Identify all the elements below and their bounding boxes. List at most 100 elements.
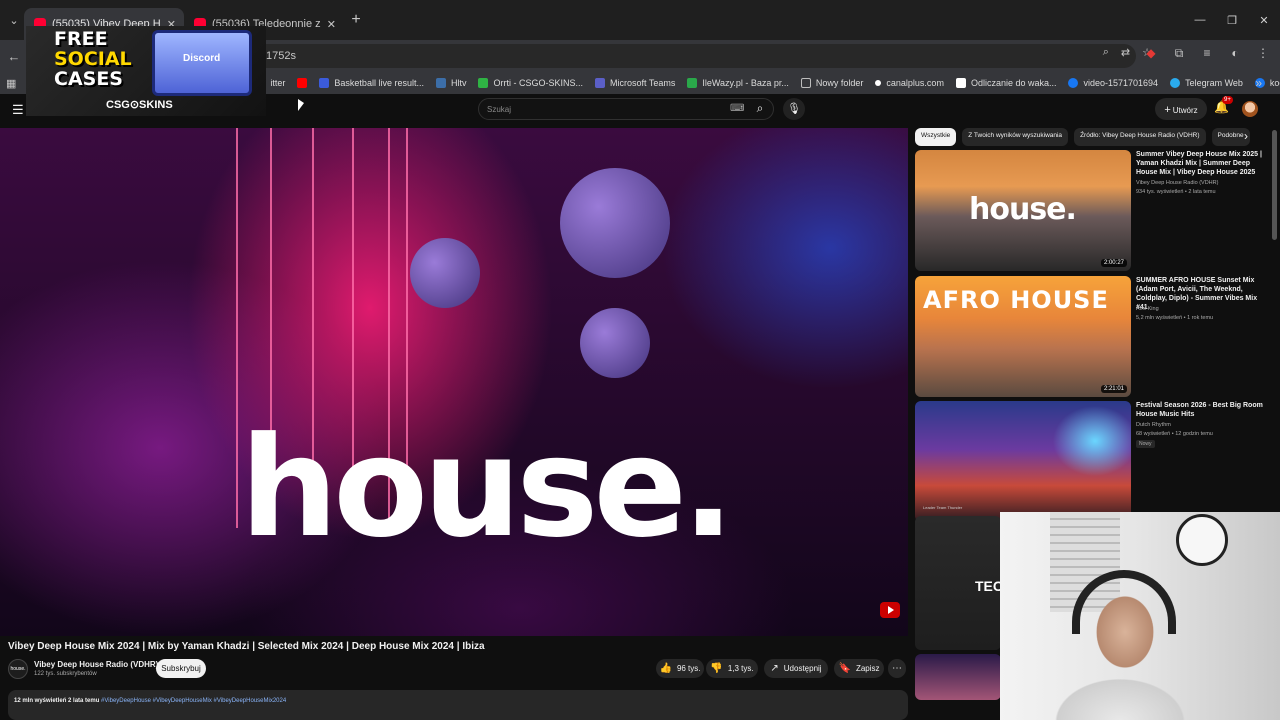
recommendation-channel[interactable]: Vibey Deep House Radio (VDHR) xyxy=(1136,180,1218,186)
profile-icon[interactable]: ◐ xyxy=(1228,46,1242,61)
channel-subscribers: 122 tys. subskrybentów xyxy=(34,671,97,677)
video-thumbnail[interactable] xyxy=(915,654,1001,700)
webcam-overlay xyxy=(1000,512,1280,720)
case-label: Discord xyxy=(183,53,221,64)
search-icon[interactable]: ⌕ xyxy=(746,98,774,120)
more-actions-button[interactable]: ⋯ xyxy=(888,659,906,678)
save-playlist-icon: 🔖 xyxy=(838,663,851,674)
translate-icon[interactable]: ⇄ xyxy=(1121,46,1130,59)
recommendation-meta: 68 wyświetleń • 12 godzin temu xyxy=(1136,431,1213,437)
close-window-icon[interactable]: ✕ xyxy=(1248,0,1280,40)
ad-banner[interactable]: FREE SOCIAL CASES Discord CSG⊙SKINS xyxy=(26,26,266,116)
video-thumbnail[interactable]: house. 2:00:27 xyxy=(915,150,1131,271)
microphone-icon[interactable]: 🎙 xyxy=(783,98,805,120)
menu-icon[interactable]: ☰ xyxy=(12,102,24,118)
keyboard-icon[interactable]: ⌨ xyxy=(730,103,744,114)
chevron-right-icon[interactable]: › xyxy=(1244,129,1248,143)
extension-icon[interactable]: ◆ xyxy=(1144,46,1158,61)
bookmark-label: Microsoft Teams xyxy=(609,78,676,88)
back-icon[interactable]: ← xyxy=(0,49,28,64)
bookmark-label: IleWazy.pl - Baza pr... xyxy=(702,78,789,88)
like-count: 96 tys. xyxy=(676,664,701,673)
description-box[interactable]: 12 mln wyświetleń 2 lata temu #VibeyDeep… xyxy=(8,690,908,720)
video-thumbnail[interactable]: Leader Team Thunder xyxy=(915,401,1131,522)
bookmark[interactable]: Microsoft Teams xyxy=(594,78,676,88)
description-tags[interactable]: #VibeyDeepHouse #VibeyDeepHouseMix #Vibe… xyxy=(101,698,286,704)
restore-icon[interactable]: ❐ xyxy=(1216,0,1248,40)
telegram-icon xyxy=(1170,78,1181,88)
recommendation-item[interactable]: Leader Team Thunder Festival Season 2026… xyxy=(915,401,1265,522)
minimize-icon[interactable]: — xyxy=(1184,0,1216,40)
related-filter-chips: Wszystkie Z Twoich wyników wyszukiwania … xyxy=(915,128,1260,146)
ad-text-line: SOCIAL xyxy=(54,48,132,70)
chip-source[interactable]: Źródło: Vibey Deep House Radio (VDHR) xyxy=(1074,128,1206,146)
thumbnail-text: house. xyxy=(969,192,1077,227)
bookmark-icon xyxy=(687,78,698,88)
subscribe-button[interactable]: Subskrybuj xyxy=(156,659,206,678)
bookmark[interactable]: Telegram Web xyxy=(1170,78,1243,88)
recommendation-item[interactable]: AFRO HOUSE 2:21:01 SUMMER AFRO HOUSE Sun… xyxy=(915,276,1265,397)
bookmark[interactable] xyxy=(297,78,308,88)
new-badge: Nowy xyxy=(1136,440,1155,448)
bookmark[interactable]: Nowy folder xyxy=(800,78,863,88)
recommendation-item[interactable]: house. 2:00:27 Summer Vibey Deep House M… xyxy=(915,150,1265,271)
recommendation-title[interactable]: Summer Vibey Deep House Mix 2025 | Yaman… xyxy=(1136,150,1264,177)
bookmark[interactable]: itter xyxy=(270,78,285,88)
video-thumbnail[interactable]: TEC xyxy=(915,516,1001,650)
channel-avatar[interactable]: house. xyxy=(8,659,28,679)
dislike-button[interactable]: 👎 1,3 tys. xyxy=(706,659,758,678)
recommendation-meta: 5,2 mln wyświetleń • 1 rok temu xyxy=(1136,315,1214,321)
bookmark-icon xyxy=(478,78,489,88)
bookmark-label: video-1571701694 xyxy=(1083,78,1159,88)
bookmark-label: Orrti - CSGO-SKINS... xyxy=(493,78,583,88)
tab-close-icon[interactable]: ✕ xyxy=(327,18,336,31)
youtube-subscribe-watermark-icon[interactable] xyxy=(880,602,900,618)
bookmark-label: Odliczanie do waka... xyxy=(970,78,1057,88)
share-button[interactable]: ↗ Udostępnij xyxy=(764,659,828,678)
description-views: 12 mln wyświetleń 2 lata temu xyxy=(14,698,100,704)
url-text: 1752s xyxy=(266,50,296,62)
share-label: Udostępnij xyxy=(783,664,822,673)
bookmark-label: canalplus.com xyxy=(886,78,944,88)
bookmark[interactable]: canalplus.com xyxy=(875,78,944,88)
user-avatar[interactable] xyxy=(1242,101,1258,117)
thumbnail-text: TEC xyxy=(975,578,1001,594)
bookmark-label: kocica xyxy=(1269,78,1280,88)
bookmark[interactable]: Basketball live result... xyxy=(319,78,424,88)
new-tab-button[interactable]: + xyxy=(344,11,368,29)
bookmark[interactable]: Odliczanie do waka... xyxy=(955,78,1057,88)
bookmark[interactable]: video-1571701694 xyxy=(1068,78,1158,88)
bookmark-icon xyxy=(319,78,330,88)
recommendation-title[interactable]: Festival Season 2026 - Best Big Room Hou… xyxy=(1136,401,1264,419)
chip-all[interactable]: Wszystkie xyxy=(915,128,957,146)
bookmark-label: Telegram Web xyxy=(1185,78,1243,88)
share-icon: ↗ xyxy=(770,663,779,674)
recommendation-channel[interactable]: Dutch Rhythm xyxy=(1136,422,1171,428)
thumbs-down-icon: 👎 xyxy=(710,663,723,674)
scrollbar[interactable] xyxy=(1272,130,1277,240)
video-thumbnail[interactable]: AFRO HOUSE 2:21:01 xyxy=(915,276,1131,397)
bookmark[interactable]: IleWazy.pl - Baza pr... xyxy=(687,78,789,88)
channel-name[interactable]: Vibey Deep House Radio (VDHR) xyxy=(34,660,158,669)
puzzle-icon[interactable]: ⧉ xyxy=(1172,46,1186,61)
media-icon[interactable]: ≡ xyxy=(1200,46,1214,61)
bookmark-label: itter xyxy=(270,78,286,88)
more-bookmarks-icon[interactable]: » xyxy=(1255,76,1262,90)
chip-from-search[interactable]: Z Twoich wyników wyszukiwania xyxy=(962,128,1069,146)
save-button[interactable]: 🔖 Zapisz xyxy=(834,659,884,678)
page-icon xyxy=(955,78,966,88)
tab-search-icon[interactable]: ⌄ xyxy=(4,10,24,30)
mouse-cursor-icon xyxy=(298,99,304,111)
menu-kebab-icon[interactable]: ⋮ xyxy=(1256,46,1270,61)
video-player[interactable]: house. xyxy=(0,128,908,636)
youtube-icon xyxy=(297,78,308,88)
bookmark[interactable]: Orrti - CSGO-SKINS... xyxy=(478,78,583,88)
recommendation-channel[interactable]: Afro King xyxy=(1136,306,1159,312)
apps-grid-icon[interactable]: ▦ xyxy=(6,77,16,90)
like-button[interactable]: 👍 96 tys. xyxy=(656,659,704,678)
thumbnail-text: AFRO HOUSE xyxy=(923,286,1109,314)
zoom-icon[interactable]: ⌕ xyxy=(1103,46,1109,59)
create-button[interactable]: + Utwórz xyxy=(1155,98,1207,120)
bookmark-label: Hltv xyxy=(450,78,467,88)
bookmark[interactable]: Hltv xyxy=(435,78,467,88)
